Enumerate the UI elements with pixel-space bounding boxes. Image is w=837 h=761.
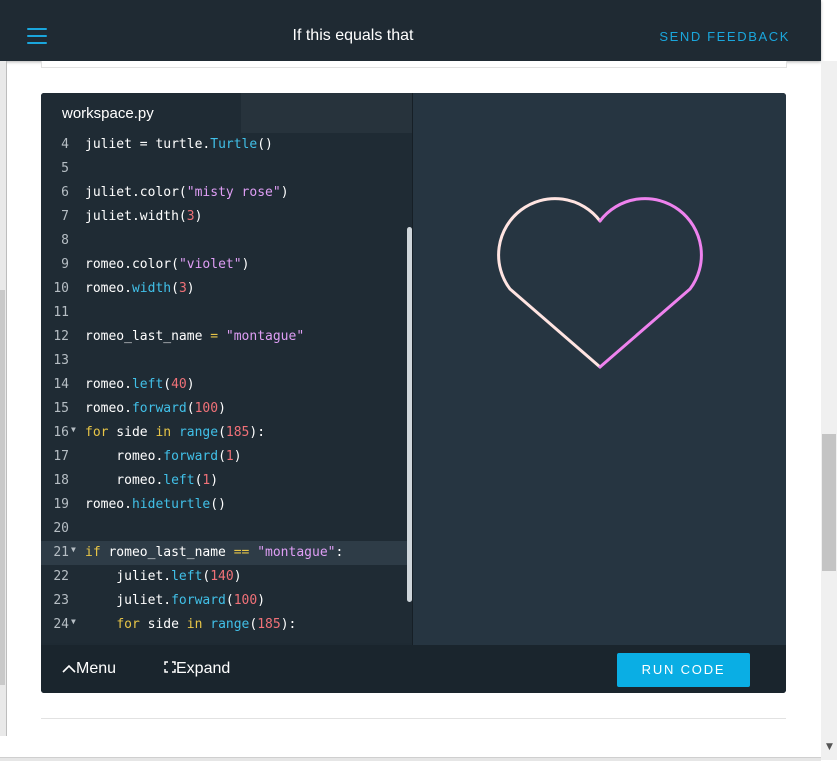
code-text: romeo.color("violet"): [85, 257, 250, 272]
code-line[interactable]: 4 juliet = turtle.Turtle(): [41, 133, 412, 157]
code-text: juliet.left(140): [85, 569, 242, 584]
code-line[interactable]: 20: [41, 517, 412, 541]
code-line[interactable]: 12 romeo_last_name = "montague": [41, 325, 412, 349]
line-number: 10: [53, 281, 69, 296]
line-number: 21: [53, 545, 69, 560]
code-text: romeo.width(3): [85, 281, 195, 296]
code-text: romeo.left(1): [85, 473, 219, 488]
scroll-down-arrow-icon[interactable]: ▼: [826, 742, 833, 752]
line-number: 11: [53, 305, 69, 320]
code-text: romeo.forward(1): [85, 449, 242, 464]
expand-label: Expand: [176, 660, 231, 677]
code-text: romeo.forward(100): [85, 401, 226, 416]
code-text: if romeo_last_name == "montague":: [85, 545, 344, 560]
file-tab-workspace[interactable]: workspace.py: [41, 93, 241, 133]
code-text: juliet.forward(100): [85, 593, 266, 608]
code-line[interactable]: 15 romeo.forward(100): [41, 397, 412, 421]
line-number: 16: [53, 425, 69, 440]
previous-card-edge: [41, 61, 787, 68]
code-text: romeo_last_name = "montague": [85, 329, 305, 344]
line-number: 20: [53, 521, 69, 536]
code-line[interactable]: 10 romeo.width(3): [41, 277, 412, 301]
code-text: juliet.color("misty rose"): [85, 185, 289, 200]
line-number: 18: [53, 473, 69, 488]
code-line[interactable]: 8: [41, 229, 412, 253]
code-line[interactable]: 9 romeo.color("violet"): [41, 253, 412, 277]
line-number: 14: [53, 377, 69, 392]
fold-arrow-icon[interactable]: ▼: [71, 538, 76, 562]
code-text: juliet.width(3): [85, 209, 203, 224]
chevron-up-icon: [62, 664, 76, 673]
code-line[interactable]: 14 romeo.left(40): [41, 373, 412, 397]
code-text: for side in range(185):: [116, 617, 297, 632]
code-editor-card: workspace.py 4 juliet = turtle.Turtle() 5 6…: [41, 93, 786, 693]
line-number: 19: [53, 497, 69, 512]
code-line[interactable]: 16 ▼ for side in range(185):: [41, 421, 412, 445]
fold-arrow-icon[interactable]: ▼: [71, 610, 76, 634]
line-number: 4: [61, 137, 69, 152]
page-title: If this equals that: [292, 27, 414, 44]
line-number: 15: [53, 401, 69, 416]
heart-left-stroke: [497, 197, 602, 369]
code-line[interactable]: 17 romeo.forward(1): [41, 445, 412, 469]
code-text: romeo.hideturtle(): [85, 497, 226, 512]
bottom-edge: [0, 757, 821, 761]
send-feedback-link[interactable]: SEND FEEDBACK: [659, 29, 790, 44]
line-number: 9: [61, 257, 69, 272]
line-number: 7: [61, 209, 69, 224]
line-number: 6: [61, 185, 69, 200]
turtle-canvas: [413, 93, 786, 645]
code-line[interactable]: 21 ▼ if romeo_last_name == "montague":: [41, 541, 412, 565]
line-number: 23: [53, 593, 69, 608]
top-bar: If this equals that SEND FEEDBACK: [0, 0, 821, 61]
code-text: juliet = turtle.Turtle(): [85, 137, 273, 152]
section-divider: [41, 718, 786, 719]
menu-label: Menu: [76, 660, 117, 677]
code-line[interactable]: 19 romeo.hideturtle(): [41, 493, 412, 517]
heart-right-stroke: [598, 197, 703, 369]
code-line[interactable]: 18 romeo.left(1): [41, 469, 412, 493]
code-line[interactable]: 13: [41, 349, 412, 373]
line-number: 17: [53, 449, 69, 464]
code-line[interactable]: 6 juliet.color("misty rose"): [41, 181, 412, 205]
code-text: for side in range(185):: [85, 425, 266, 440]
code-line[interactable]: 22 juliet.left(140): [41, 565, 412, 589]
line-number: 8: [61, 233, 69, 248]
line-number: 13: [53, 353, 69, 368]
turtle-drawing: [497, 197, 703, 369]
code-area[interactable]: 4 juliet = turtle.Turtle() 5 6 juliet.color(…: [41, 133, 412, 643]
page-scrollbar-thumb[interactable]: [822, 434, 836, 571]
menu-button[interactable]: Menu: [62, 660, 116, 678]
code-line[interactable]: 5: [41, 157, 412, 181]
editor-tab-bar: workspace.py: [41, 93, 413, 133]
left-edge-marker: [0, 290, 5, 685]
code-line[interactable]: 11: [41, 301, 412, 325]
page-scrollbar[interactable]: [821, 61, 837, 760]
line-number: 5: [61, 161, 69, 176]
line-number: 22: [53, 569, 69, 584]
run-code-button[interactable]: RUN CODE: [617, 653, 750, 687]
code-line[interactable]: 7 juliet.width(3): [41, 205, 412, 229]
code-line[interactable]: 24 ▼ for side in range(185):: [41, 613, 412, 637]
expand-button[interactable]: Expand: [164, 660, 230, 678]
line-number: 12: [53, 329, 69, 344]
code-line[interactable]: 23 juliet.forward(100): [41, 589, 412, 613]
expand-icon: [164, 661, 176, 673]
fold-arrow-icon[interactable]: ▼: [71, 418, 76, 442]
editor-footer: Menu Expand RUN CODE: [41, 645, 786, 693]
line-number: 24: [53, 617, 69, 632]
code-text: romeo.left(40): [85, 377, 195, 392]
